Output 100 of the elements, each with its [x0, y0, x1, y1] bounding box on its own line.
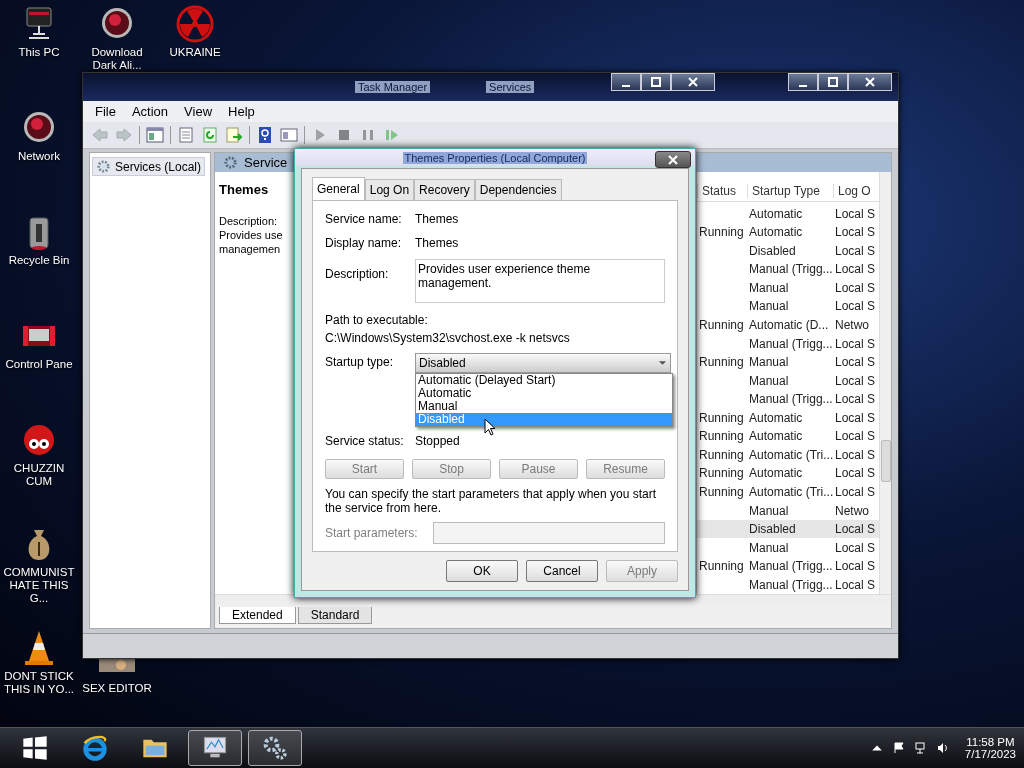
field-label: Start parameters: — [325, 526, 419, 540]
tab[interactable]: Log On — [364, 179, 415, 200]
table-row[interactable]: Running Automatic Local S — [697, 408, 879, 428]
table-cell-text: Running — [698, 484, 745, 499]
table-row[interactable]: Manual (Trigg... Local S — [697, 334, 879, 353]
dropdown-option[interactable]: Automatic — [416, 387, 672, 400]
table-row[interactable]: Disabled Local S — [697, 241, 879, 261]
table-cell-text: Local S — [834, 225, 877, 240]
table-row[interactable]: Manual Netwo — [697, 501, 879, 520]
table-row[interactable]: Running Automatic (Tri...Local S — [697, 445, 879, 465]
description-field[interactable]: Provides user experience theme management. — [415, 259, 665, 303]
table-cell-text: Local S — [834, 206, 877, 221]
table-cell-text: Running — [698, 355, 745, 370]
table-row[interactable]: Running Manual (Trigg... Local S — [697, 556, 879, 576]
table-row[interactable]: Disabled Local S — [697, 519, 879, 539]
table-cell-text: Local S — [834, 280, 877, 295]
desktop-icon-label[interactable]: Control Pane — [1, 358, 77, 371]
table-cell-text: Local S — [834, 373, 877, 388]
desktop-icon-label[interactable]: COMMUNIST HATE THIS G... — [1, 566, 77, 605]
table-row[interactable]: Running Automatic Local S — [697, 427, 879, 446]
dialog-button[interactable]: Cancel — [526, 560, 598, 582]
table-row[interactable]: Manual Local S — [697, 538, 879, 557]
description-text: Provides use — [219, 229, 283, 241]
table-cell-text: Manual (Trigg... — [748, 392, 833, 407]
table-cell-text: Local S — [834, 447, 877, 462]
table-cell-text: Local S — [834, 484, 877, 499]
table-cell-text: Running — [698, 410, 745, 425]
table-row[interactable]: Manual (Trigg... Local S — [697, 575, 879, 594]
field-value: Themes — [415, 212, 459, 226]
table-cell-text: Manual — [748, 503, 790, 518]
table-row[interactable]: Manual (Trigg... Local S — [697, 389, 879, 409]
field-label: Service name: — [325, 212, 403, 226]
tab[interactable]: General — [312, 177, 365, 200]
table-cell-text: Local S — [834, 336, 877, 351]
tab[interactable]: Dependencies — [474, 179, 562, 200]
table-cell-text: Netwo — [834, 318, 870, 333]
field-label: Display name: — [325, 236, 403, 250]
table-cell-text: Automatic (Tri... — [748, 484, 833, 499]
table-row[interactable]: Automatic Local S — [697, 204, 879, 224]
table-cell-text: Manual — [748, 373, 790, 388]
field-value: Stopped — [415, 434, 460, 448]
desktop-icon-label[interactable]: UKRAINE — [157, 46, 233, 59]
desktop-icon-label[interactable]: SEX EDITOR — [79, 682, 155, 695]
view-tab[interactable]: Standard — [297, 607, 373, 624]
service-title: Themes — [219, 182, 269, 197]
menu-item[interactable]: Action — [131, 104, 169, 119]
table-cell-text: Automatic — [748, 466, 804, 481]
dialog-button[interactable]: OK — [446, 560, 518, 582]
dropdown-option[interactable]: Manual — [416, 400, 672, 413]
table-cell-text: Running — [698, 559, 745, 574]
table-cell-text: Netwo — [834, 503, 870, 518]
desktop-icon-label[interactable]: This PC — [1, 46, 77, 59]
field-label: Service status: — [325, 434, 405, 448]
desktop-icon-label[interactable]: Recycle Bin — [1, 254, 77, 267]
window-title: Services — [486, 81, 535, 93]
table-cell-text: Local S — [834, 466, 877, 481]
table-row[interactable]: Running Automatic Local S — [697, 223, 879, 242]
table-cell-text: Manual (Trigg... — [748, 577, 833, 592]
table-cell-text: Manual — [748, 540, 790, 555]
menu-item[interactable]: Help — [228, 104, 255, 119]
desktop-icon-label[interactable]: CHUZZIN CUM — [1, 462, 77, 488]
table-cell-text: Manual — [748, 355, 790, 370]
tree-item[interactable]: Services (Local) — [92, 157, 206, 176]
desktop-icon-label[interactable]: Network — [1, 150, 77, 163]
field-label: Description: — [325, 266, 390, 281]
table-row[interactable]: Manual Local S — [697, 297, 879, 316]
table-row[interactable]: Manual Local S — [697, 371, 879, 390]
table-cell-text: Local S — [834, 429, 877, 444]
table-row[interactable]: Manual (Trigg... Local S — [697, 260, 879, 279]
table-cell-text: Automatic (Tri... — [748, 447, 833, 462]
table-row[interactable]: Running Automatic Local S — [697, 464, 879, 483]
table-row[interactable]: Running Automatic (Tri...Local S — [697, 482, 879, 502]
description-text: Description: — [219, 215, 278, 227]
clock[interactable]: 11:58 PM 7/17/2023 — [964, 736, 1016, 760]
table-cell-text: Running — [698, 318, 745, 333]
window-title: Task Manager — [355, 81, 431, 93]
column-header[interactable]: Startup Type — [747, 183, 833, 198]
table-row[interactable]: Manual Local S — [697, 278, 879, 298]
table-cell-text: Local S — [834, 540, 877, 555]
table-cell-text: Automatic (D... — [748, 318, 830, 333]
path-text: C:\Windows\System32\svchost.exe -k netsvcs — [325, 331, 571, 345]
table-row[interactable]: Running Automatic (D... Netwo — [697, 315, 879, 335]
field-value: Themes — [415, 236, 459, 250]
clock-time: 11:58 PM — [966, 736, 1015, 748]
menu-item[interactable]: View — [184, 104, 213, 119]
column-header[interactable]: Status — [697, 183, 747, 198]
view-tab[interactable]: Extended — [219, 607, 296, 624]
table-cell-text: Local S — [834, 410, 877, 425]
table-cell-text: Disabled — [748, 522, 797, 537]
description-text: managemen — [219, 243, 281, 255]
menu-item[interactable]: File — [95, 104, 116, 119]
table-row[interactable]: Running Manual Local S — [697, 352, 879, 372]
dropdown-option[interactable]: Automatic (Delayed Start) — [416, 374, 672, 387]
clock-date: 7/17/2023 — [964, 748, 1016, 760]
table-cell-text: Local S — [834, 577, 877, 592]
desktop-icon-label[interactable]: Download Dark Ali... — [79, 46, 155, 72]
startup-type-dropdown[interactable]: Disabled — [415, 353, 671, 373]
dialog-title: Themes Properties (Local Computer) — [402, 151, 588, 164]
desktop-icon-label[interactable]: DONT STICK THIS IN YO... — [1, 670, 77, 696]
tab[interactable]: Recovery — [414, 179, 475, 200]
